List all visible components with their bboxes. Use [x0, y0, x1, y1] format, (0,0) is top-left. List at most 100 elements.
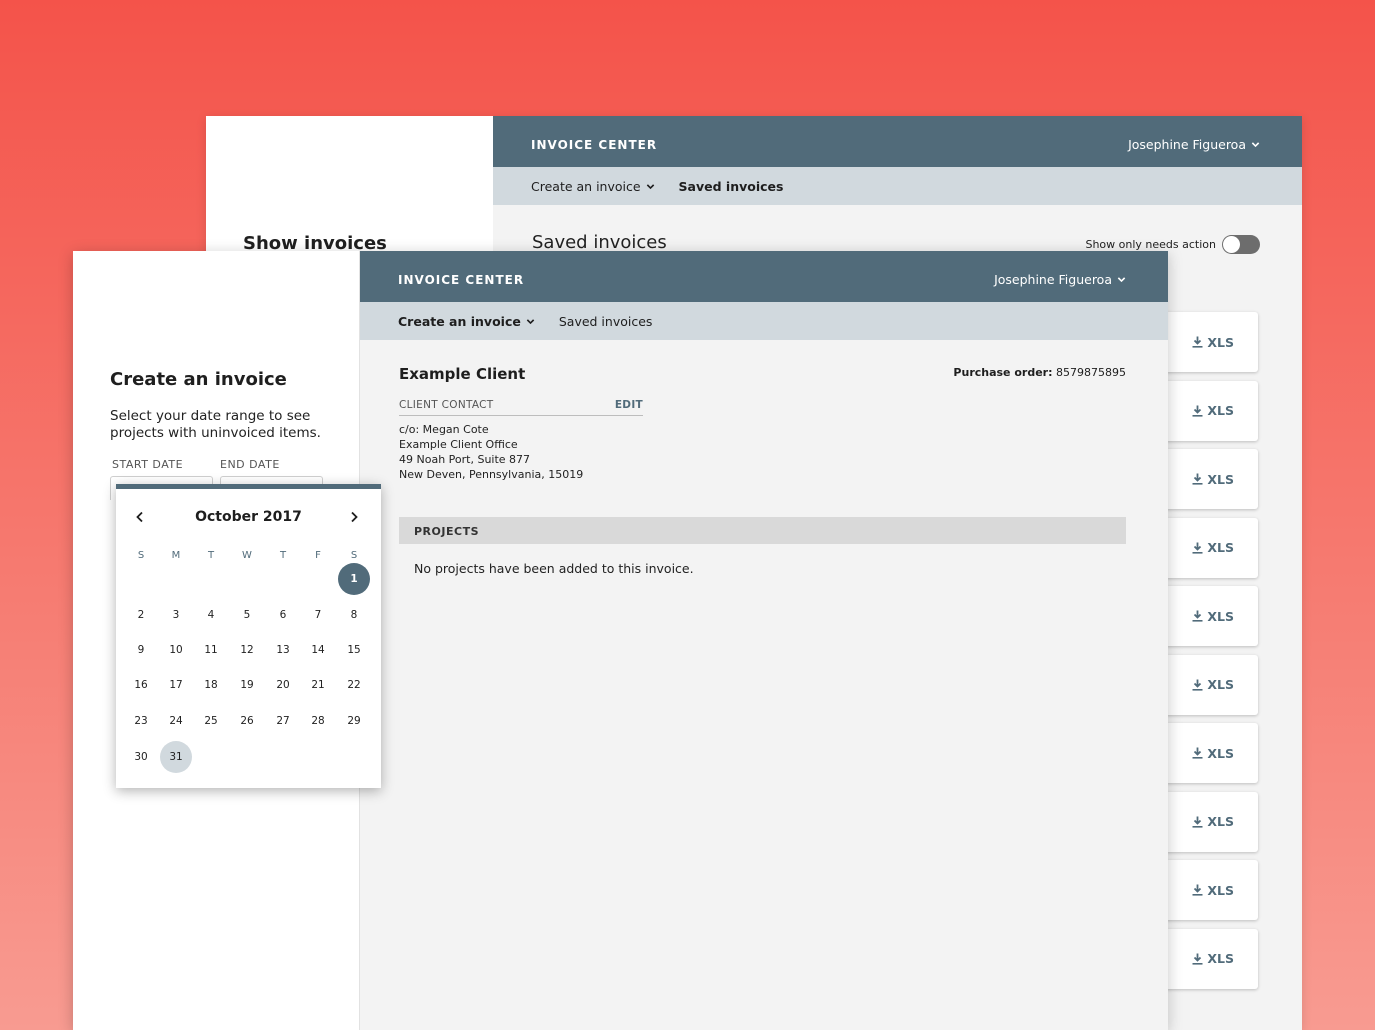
- edit-contact-link[interactable]: EDIT: [615, 399, 643, 415]
- download-icon: [1192, 747, 1203, 759]
- xls-download-button[interactable]: XLS: [1165, 312, 1258, 372]
- start-date-label: START DATE: [112, 458, 184, 471]
- calendar-day[interactable]: 20: [267, 669, 299, 701]
- nav-saved-invoices[interactable]: Saved invoices: [679, 179, 784, 194]
- address-line: Example Client Office: [399, 438, 518, 451]
- xls-download-button[interactable]: XLS: [1165, 654, 1258, 715]
- chevron-right-icon[interactable]: [348, 511, 360, 523]
- xls-label: XLS: [1207, 745, 1234, 761]
- calendar-month: October 2017: [195, 509, 302, 525]
- user-menu[interactable]: Josephine Figueroa: [1128, 137, 1260, 152]
- front-header: INVOICE CENTER Josephine Figueroa: [360, 251, 1168, 302]
- xls-download-button[interactable]: XLS: [1165, 449, 1258, 509]
- calendar-day[interactable]: 8: [338, 599, 370, 631]
- calendar-day[interactable]: 1: [338, 563, 370, 595]
- nav-create-invoice[interactable]: Create an invoice: [531, 179, 655, 194]
- xls-download-button[interactable]: XLS: [1165, 380, 1258, 441]
- user-menu[interactable]: Josephine Figueroa: [994, 272, 1126, 287]
- weekday-label: T: [279, 550, 287, 561]
- calendar-day[interactable]: 31: [160, 741, 192, 773]
- po-label: Purchase order:: [953, 366, 1053, 379]
- xls-label: XLS: [1207, 334, 1234, 350]
- user-name: Josephine Figueroa: [1128, 137, 1246, 152]
- no-projects-message: No projects have been added to this invo…: [414, 561, 694, 576]
- download-icon: [1192, 816, 1203, 828]
- end-date-label: END DATE: [220, 458, 280, 471]
- calendar-day[interactable]: 9: [125, 634, 157, 666]
- nav-saved-invoices[interactable]: Saved invoices: [559, 314, 653, 329]
- download-icon: [1192, 473, 1203, 485]
- calendar-day[interactable]: 23: [125, 705, 157, 737]
- weekday-label: W: [242, 550, 252, 561]
- calendar-day[interactable]: 19: [231, 669, 263, 701]
- download-icon: [1192, 405, 1203, 417]
- needs-action-toggle[interactable]: [1222, 235, 1260, 254]
- purchase-order: Purchase order: 8579875895: [953, 366, 1126, 379]
- calendar-day[interactable]: 16: [125, 669, 157, 701]
- calendar-day[interactable]: 22: [338, 669, 370, 701]
- xls-download-button[interactable]: XLS: [1165, 517, 1258, 578]
- po-value: 8579875895: [1056, 366, 1126, 379]
- client-contact-label: CLIENT CONTACT: [399, 399, 494, 411]
- xls-label: XLS: [1207, 951, 1234, 966]
- nav-create-invoice[interactable]: Create an invoice: [398, 314, 535, 329]
- xls-label: XLS: [1207, 814, 1234, 829]
- download-icon: [1192, 884, 1203, 896]
- calendar-day[interactable]: 10: [160, 634, 192, 666]
- address-line: c/o: Megan Cote: [399, 423, 489, 436]
- xls-label: XLS: [1207, 403, 1234, 418]
- address-line: New Deven, Pennsylvania, 15019: [399, 468, 584, 481]
- client-contact-header: CLIENT CONTACT EDIT: [399, 399, 643, 416]
- toggle-knob: [1223, 236, 1240, 253]
- calendar-day[interactable]: 27: [267, 705, 299, 737]
- chevron-down-icon: [1251, 142, 1260, 148]
- xls-label: XLS: [1207, 471, 1234, 487]
- calendar-day[interactable]: 6: [267, 599, 299, 631]
- calendar-day[interactable]: 29: [338, 705, 370, 737]
- date-picker: October 2017 S M T W T F S 1 2 3 4 5 6 7 8 9 10 11 12 13 14 1…: [116, 484, 381, 788]
- download-icon: [1192, 336, 1203, 348]
- xls-download-button[interactable]: XLS: [1165, 860, 1258, 920]
- calendar-day[interactable]: 7: [302, 599, 334, 631]
- saved-invoices-title: Saved invoices: [532, 232, 667, 253]
- calendar-day[interactable]: 24: [160, 705, 192, 737]
- calendar-day[interactable]: 3: [160, 599, 192, 631]
- calendar-day[interactable]: 2: [125, 599, 157, 631]
- back-header: INVOICE CENTER Josephine Figueroa: [493, 116, 1302, 167]
- xls-label: XLS: [1207, 677, 1234, 692]
- front-main-panel: INVOICE CENTER Josephine Figueroa Create…: [360, 251, 1168, 1030]
- calendar-day[interactable]: 13: [267, 634, 299, 666]
- calendar-day[interactable]: 26: [231, 705, 263, 737]
- projects-header: PROJECTS: [399, 517, 1126, 544]
- chevron-down-icon: [1117, 277, 1126, 283]
- xls-download-button[interactable]: XLS: [1165, 791, 1258, 852]
- app-title: INVOICE CENTER: [398, 273, 525, 287]
- calendar-day[interactable]: 14: [302, 634, 334, 666]
- calendar-day[interactable]: 30: [125, 741, 157, 773]
- calendar-day[interactable]: 4: [195, 599, 227, 631]
- calendar-day[interactable]: 25: [195, 705, 227, 737]
- create-invoice-title: Create an invoice: [110, 369, 287, 390]
- xls-download-button[interactable]: XLS: [1165, 586, 1258, 646]
- download-icon: [1192, 542, 1203, 554]
- xls-label: XLS: [1207, 540, 1234, 555]
- create-invoice-description: Select your date range to see projects w…: [110, 408, 321, 441]
- client-name: Example Client: [399, 365, 526, 383]
- back-subnav: Create an invoice Saved invoices: [493, 167, 1302, 205]
- user-name: Josephine Figueroa: [994, 272, 1112, 287]
- xls-download-button[interactable]: XLS: [1165, 928, 1258, 989]
- calendar-day[interactable]: 28: [302, 705, 334, 737]
- download-icon: [1192, 679, 1203, 691]
- calendar-day[interactable]: 15: [338, 634, 370, 666]
- calendar-day[interactable]: 21: [302, 669, 334, 701]
- calendar-day[interactable]: 5: [231, 599, 263, 631]
- xls-label: XLS: [1207, 608, 1234, 624]
- weekday-label: M: [171, 550, 181, 561]
- calendar-day[interactable]: 12: [231, 634, 263, 666]
- calendar-day[interactable]: 17: [160, 669, 192, 701]
- chevron-down-icon: [526, 318, 535, 324]
- calendar-day[interactable]: 18: [195, 669, 227, 701]
- calendar-day[interactable]: 11: [195, 634, 227, 666]
- address-line: 49 Noah Port, Suite 877: [399, 453, 531, 466]
- xls-download-button[interactable]: XLS: [1165, 723, 1258, 783]
